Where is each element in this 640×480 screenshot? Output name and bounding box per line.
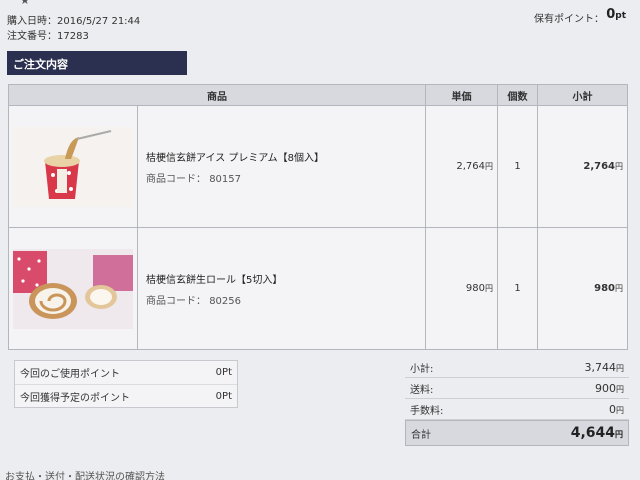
fee-amount: 0円: [609, 403, 624, 416]
yen-unit: 円: [616, 363, 624, 373]
roll-cake-image[interactable]: [13, 248, 133, 329]
col-unit-price-header: 単価: [425, 84, 498, 106]
col-product-header: 商品: [8, 84, 426, 106]
fee-row: 手数料: 0円: [405, 399, 629, 420]
unit-price-value: 2,764: [456, 161, 485, 172]
qty-cell: 1: [497, 105, 538, 228]
unit-price-cell: 980円: [425, 227, 498, 350]
earned-points-value: 0Pt: [216, 391, 232, 402]
yen-unit: 円: [616, 384, 624, 394]
held-points-label: 保有ポイント：: [534, 14, 604, 25]
product-info-cell: 桔梗信玄餅アイス プレミアム【8個入】 商品コード： 80157: [137, 105, 426, 228]
used-points-row: 今回のご使用ポイント 0Pt: [15, 361, 237, 384]
subtotal-number: 3,744: [584, 360, 617, 374]
shipping-label: 送料:: [410, 384, 434, 396]
totals-box: 小計: 3,744円 送料: 900円 手数料: 0円 合計 4,644円: [405, 357, 629, 446]
grand-total-amount: 4,644円: [571, 425, 623, 441]
product-image-cell: [8, 227, 138, 350]
order-number: 注文番号：17283: [7, 27, 89, 42]
yen-unit: 円: [485, 162, 493, 171]
product-name[interactable]: 桔梗信玄餅アイス プレミアム【8個入】: [146, 149, 417, 164]
table-row: 桔梗信玄餅アイス プレミアム【8個入】 商品コード： 80157 2,764円 …: [8, 105, 628, 228]
purchase-date-value: 2016/5/27 21:44: [57, 16, 141, 27]
grand-total-number: 4,644: [570, 425, 615, 441]
order-items-table: 商品 単価 個数 小計 桔梗信玄餅アイス プレミアム【8個入】 商品コード： 8…: [8, 84, 628, 350]
product-code: 商品コード： 80256: [146, 292, 417, 307]
product-code: 商品コード： 80157: [146, 170, 417, 185]
col-subtotal-header: 小計: [537, 84, 628, 106]
earned-points-row: 今回獲得予定のポイント 0Pt: [15, 384, 237, 407]
unit-price-value: 980: [465, 283, 485, 294]
product-code-value: 80157: [209, 173, 241, 185]
grand-total-label: 合計: [411, 429, 431, 441]
subtotal-cell: 2,764円: [537, 105, 628, 228]
table-header-row: 商品 単価 個数 小計: [8, 84, 628, 106]
used-points-label: 今回のご使用ポイント: [20, 369, 120, 380]
shipping-row: 送料: 900円: [405, 378, 629, 399]
purchase-date: 購入日時：2016/5/27 21:44: [7, 12, 140, 27]
product-code-label: 商品コード：: [146, 173, 206, 185]
grand-total-row: 合計 4,644円: [405, 420, 629, 446]
held-points-unit: pt: [615, 11, 626, 21]
col-qty-header: 個数: [497, 84, 538, 106]
ice-cream-cup-image[interactable]: [13, 126, 133, 207]
points-summary-box: 今回のご使用ポイント 0Pt 今回獲得予定のポイント 0Pt: [14, 360, 238, 408]
yen-unit: 円: [485, 284, 493, 293]
fee-label: 手数料:: [410, 405, 444, 417]
earned-points-label: 今回獲得予定のポイント: [20, 392, 130, 404]
product-code-label: 商品コード：: [146, 295, 206, 307]
subtotal-cell: 980円: [537, 227, 628, 350]
yen-unit: 円: [615, 162, 623, 171]
shipping-amount: 900円: [595, 382, 624, 395]
held-points-value: 0pt: [606, 7, 626, 22]
yen-unit: 円: [615, 284, 623, 293]
yen-unit: 円: [615, 430, 623, 439]
product-info-cell: 桔梗信玄餅生ロール【5切入】 商品コード： 80256: [137, 227, 426, 350]
footer-links[interactable]: お支払・送付・配送状況の確認方法: [5, 468, 165, 480]
yen-unit: 円: [616, 405, 624, 415]
product-name[interactable]: 桔梗信玄餅生ロール【5切入】: [146, 271, 417, 286]
fee-number: 0: [609, 402, 616, 416]
purchase-date-label: 購入日時：: [7, 16, 57, 27]
held-points-number: 0: [606, 7, 616, 22]
table-row: 桔梗信玄餅生ロール【5切入】 商品コード： 80256 980円 1 980円: [8, 227, 628, 350]
order-contents-heading: ご注文内容: [7, 51, 187, 75]
subtotal-amount: 3,744円: [585, 361, 625, 374]
subtotal-value: 980: [594, 283, 615, 294]
product-image-cell: [8, 105, 138, 228]
subtotal-label: 小計:: [410, 363, 434, 375]
unit-price-cell: 2,764円: [425, 105, 498, 228]
qty-cell: 1: [497, 227, 538, 350]
order-number-label: 注文番号：: [7, 31, 57, 42]
points-unit: Pt: [222, 367, 232, 378]
shipping-number: 900: [595, 381, 616, 395]
star-icon: ★: [20, 0, 30, 7]
points-unit: Pt: [222, 390, 232, 402]
order-number-value: 17283: [57, 31, 89, 42]
used-points-value: 0Pt: [216, 367, 232, 378]
subtotal-row: 小計: 3,744円: [405, 357, 629, 378]
subtotal-value: 2,764: [583, 161, 615, 172]
product-code-value: 80256: [209, 295, 241, 307]
